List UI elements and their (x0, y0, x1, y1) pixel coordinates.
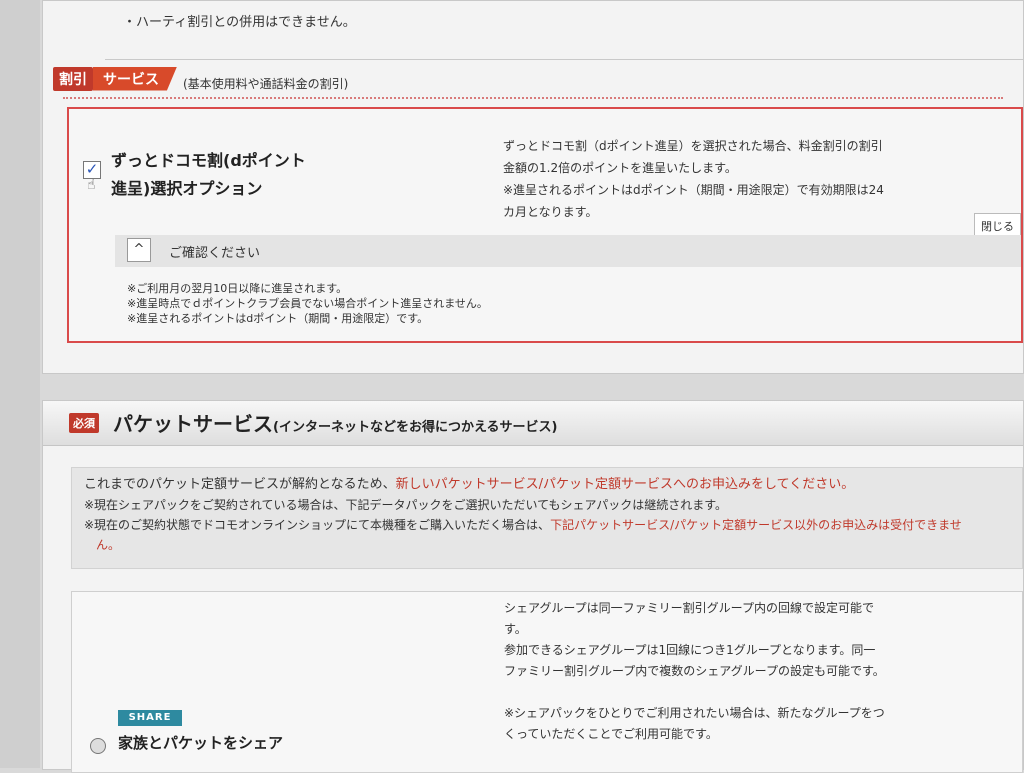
packet-section-header: 必須 パケットサービス(インターネットなどをお得につかえるサービス) (43, 401, 1023, 446)
note-line: ※進呈されるポイントはdポイント（期間・用途限定）です。 (127, 312, 429, 325)
share-desc-line (504, 682, 964, 703)
required-tag: 必須 (69, 413, 99, 433)
packet-panel: 必須 パケットサービス(インターネットなどをお得につかえるサービス) これまでの… (42, 400, 1024, 773)
hand-cursor-icon: ☝ (87, 177, 96, 193)
info-line-4: ん。 (96, 538, 121, 552)
share-logo: SHARE (118, 710, 182, 726)
share-desc-line: 参加できるシェアグループは1回線につき1グループとなります。同一 (504, 643, 876, 657)
share-desc-line: くっていただくことでご利用可能です。 (504, 727, 718, 741)
option-title[interactable]: ずっとドコモ割(dポイント進呈)選択オプション (111, 147, 321, 203)
share-description: シェアグループは同一ファミリー割引グループ内の回線で設定可能で す。 参加できる… (504, 598, 964, 745)
description-line: カ月となります。 (503, 205, 598, 219)
chevron-up-icon[interactable]: ^ (127, 238, 151, 262)
note-line: ※進呈時点でｄポイントクラブ会員でない場合ポイント進呈されません。 (127, 297, 488, 310)
discount-panel: ・ハーティ割引との併用はできません。 割引 サービス (基本使用料や通話料金の割… (42, 0, 1024, 374)
info-line-2: ※現在シェアパックをご契約されている場合は、下記データパックをご選択いただいても… (84, 498, 728, 512)
description-line: ※進呈されるポイントはdポイント（期間・用途限定）で有効期限は24 (503, 183, 884, 197)
packet-title-main: パケットサービス (113, 412, 273, 436)
share-desc-line: す。 (504, 622, 527, 636)
note-line: ※ご利用月の翌月10日以降に進呈されます。 (127, 282, 348, 295)
share-option-label[interactable]: 家族とパケットをシェア (118, 732, 283, 753)
packet-title-sub: (インターネットなどをお得につかえるサービス) (273, 420, 558, 435)
info-line-1-highlight: 新しいパケットサービス/パケット定額サービスへのお申込みをしてください。 (395, 477, 855, 492)
left-margin (0, 0, 40, 768)
share-radio-button[interactable] (90, 738, 106, 754)
dotted-divider (63, 97, 1003, 99)
option-description: ずっとドコモ割（dポイント進呈）を選択された場合、料金割引の割引 金額の1.2倍… (503, 135, 963, 223)
info-line-3-highlight: 下記パケットサービス/パケット定額サービス以外のお申込みは受付できませ (550, 518, 962, 532)
confirm-label: ご確認ください (169, 246, 261, 261)
discount-section-heading: 割引 サービス (基本使用料や通話料金の割引) (53, 65, 348, 92)
confirm-toggle-bar[interactable]: ^ ご確認ください (115, 235, 1021, 267)
info-line-1-text: これまでのパケット定額サービスが解約となるため、 (84, 477, 396, 492)
discount-option-box: ✓ ☝ ずっとドコモ割(dポイント進呈)選択オプション ずっとドコモ割（dポイン… (67, 107, 1023, 343)
share-option-box: シェアグループは同一ファミリー割引グループ内の回線で設定可能で す。 参加できる… (71, 591, 1023, 773)
share-desc-line: ファミリー割引グループ内で複数のシェアグループの設定も可能です。 (504, 664, 885, 678)
packet-section-title: パケットサービス(インターネットなどをお得につかえるサービス) (113, 408, 558, 437)
top-note: ・ハーティ割引との併用はできません。 (123, 15, 356, 30)
packet-info-box: これまでのパケット定額サービスが解約となるため、新しいパケットサービス/パケット… (71, 467, 1023, 569)
discount-section-subtitle: (基本使用料や通話料金の割引) (183, 77, 349, 91)
info-line-1: これまでのパケット定額サービスが解約となるため、新しいパケットサービス/パケット… (84, 476, 854, 494)
description-line: ずっとドコモ割（dポイント進呈）を選択された場合、料金割引の割引 (503, 139, 883, 153)
divider (105, 59, 1023, 60)
info-line-3-text: ※現在のご契約状態でドコモオンラインショップにて本機種をご購入いただく場合は、 (84, 518, 551, 532)
share-desc-line: シェアグループは同一ファミリー割引グループ内の回線で設定可能で (504, 601, 874, 615)
confirm-notes: ※ご利用月の翌月10日以降に進呈されます。 ※進呈時点でｄポイントクラブ会員でな… (127, 281, 488, 326)
discount-tag: 割引 (53, 66, 93, 91)
description-line: 金額の1.2倍のポイントを進呈いたします。 (503, 161, 737, 175)
share-desc-line: ※シェアパックをひとりでご利用されたい場合は、新たなグループをつ (504, 706, 885, 720)
info-line-3: ※現在のご契約状態でドコモオンラインショップにて本機種をご購入いただく場合は、下… (84, 516, 962, 534)
service-tag: サービス (93, 66, 177, 91)
